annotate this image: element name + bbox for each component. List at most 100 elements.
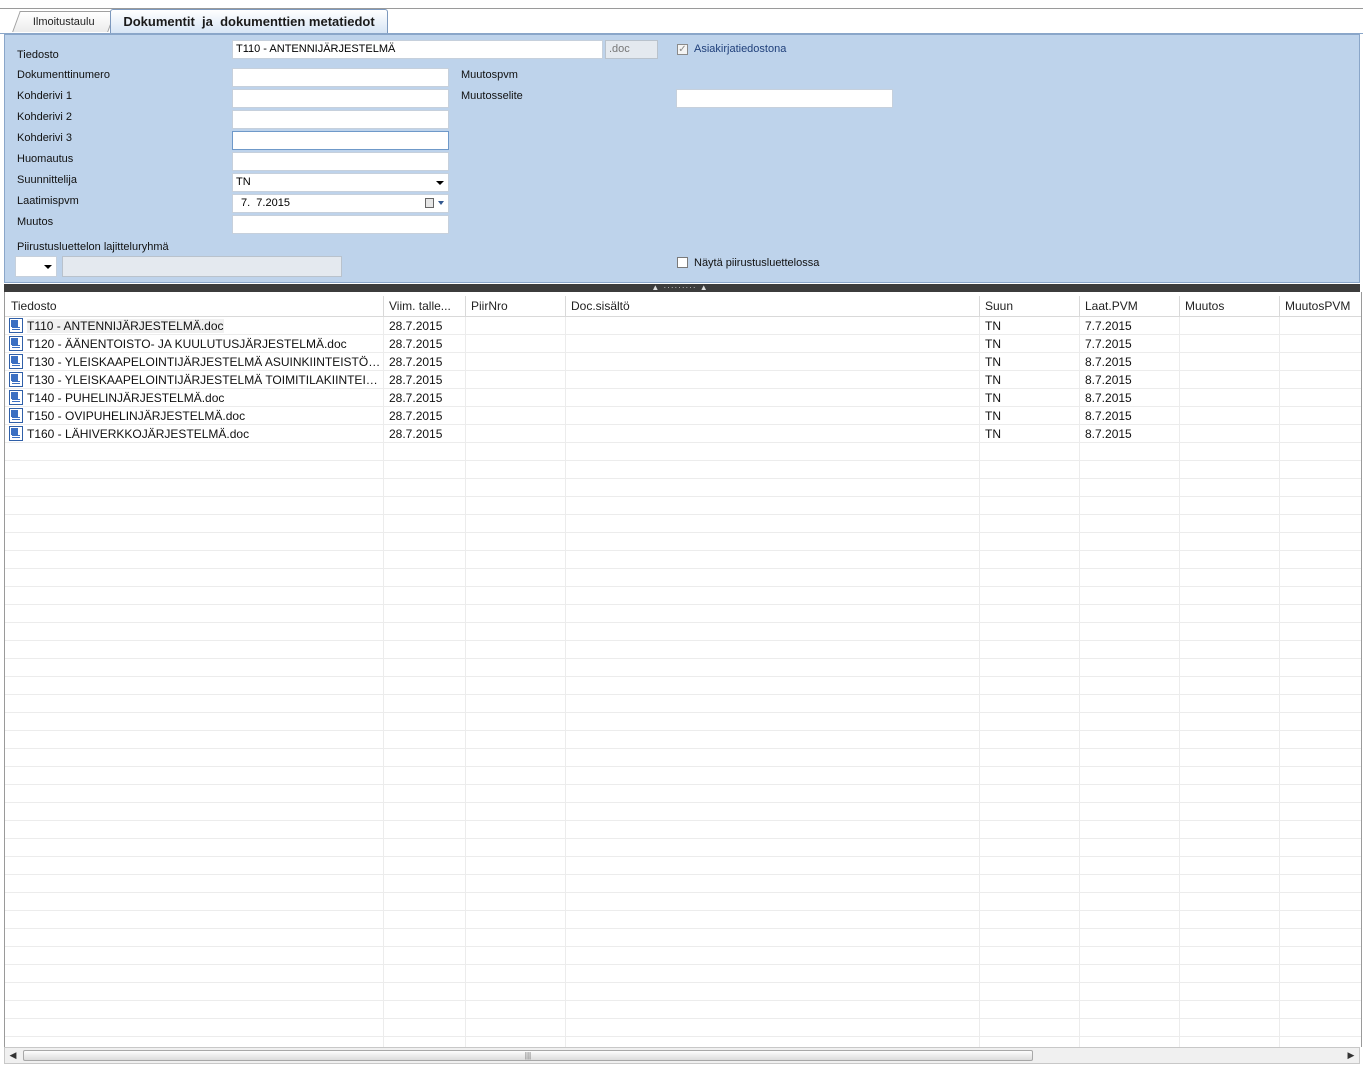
- empty-table-row: [5, 1001, 1361, 1019]
- table-cell[interactable]: [565, 425, 979, 443]
- table-cell[interactable]: 28.7.2015: [383, 425, 465, 443]
- muutos-input[interactable]: [232, 215, 449, 234]
- column-header-doc-sisalto[interactable]: Doc.sisältö: [565, 292, 979, 316]
- table-cell[interactable]: [1179, 371, 1279, 389]
- table-row[interactable]: T130 - YLEISKAAPELOINTIJÄRJESTELMÄ ASUIN…: [5, 353, 1361, 371]
- column-header-suun[interactable]: Suun: [979, 292, 1079, 316]
- table-row[interactable]: T140 - PUHELINJÄRJESTELMÄ.doc 28.7.2015 TN…: [5, 389, 1361, 407]
- table-row[interactable]: T120 - ÄÄNENTOISTO- JA KUULUTUSJÄRJESTEL…: [5, 335, 1361, 353]
- empty-table-row: [5, 893, 1361, 911]
- table-cell[interactable]: [1279, 353, 1361, 371]
- scrollbar-thumb[interactable]: |||: [23, 1050, 1033, 1061]
- table-cell[interactable]: T130 - YLEISKAAPELOINTIJÄRJESTELMÄ TOIMI…: [5, 371, 383, 389]
- table-cell[interactable]: TN: [979, 335, 1079, 353]
- table-cell[interactable]: TN: [979, 371, 1079, 389]
- table-cell[interactable]: 8.7.2015: [1079, 353, 1179, 371]
- column-header-muutos[interactable]: Muutos: [1179, 292, 1279, 316]
- table-cell[interactable]: [1279, 335, 1361, 353]
- table-cell[interactable]: [465, 371, 565, 389]
- table-cell[interactable]: [465, 353, 565, 371]
- scroll-right-icon[interactable]: ▶: [1343, 1048, 1359, 1063]
- table-cell[interactable]: T140 - PUHELINJÄRJESTELMÄ.doc: [5, 389, 383, 407]
- splitter-grip-icon[interactable]: ▲ ········· ▲: [640, 284, 720, 292]
- table-cell[interactable]: [1179, 407, 1279, 425]
- table-cell[interactable]: 28.7.2015: [383, 407, 465, 425]
- table-cell[interactable]: [1279, 425, 1361, 443]
- tab-dokumentit-label: Dokumentit ja dokumenttien metatiedot: [123, 14, 375, 29]
- table-cell[interactable]: TN: [979, 389, 1079, 407]
- tiedosto-input[interactable]: T110 - ANTENNIJÄRJESTELMÄ: [232, 40, 603, 59]
- table-row[interactable]: T130 - YLEISKAAPELOINTIJÄRJESTELMÄ TOIMI…: [5, 371, 1361, 389]
- table-cell[interactable]: [1179, 389, 1279, 407]
- table-cell[interactable]: T130 - YLEISKAAPELOINTIJÄRJESTELMÄ ASUIN…: [5, 353, 383, 371]
- chevron-down-icon[interactable]: [438, 201, 444, 205]
- column-header-laat-pvm[interactable]: Laat.PVM: [1079, 292, 1179, 316]
- table-cell[interactable]: TN: [979, 317, 1079, 335]
- calendar-icon[interactable]: [425, 198, 434, 208]
- table-cell[interactable]: [1279, 389, 1361, 407]
- table-cell[interactable]: [565, 407, 979, 425]
- table-cell[interactable]: 7.7.2015: [1079, 317, 1179, 335]
- table-cell[interactable]: T110 - ANTENNIJÄRJESTELMÄ.doc: [5, 317, 383, 335]
- kohderivi2-input[interactable]: [232, 110, 449, 129]
- table-cell[interactable]: 28.7.2015: [383, 335, 465, 353]
- table-cell[interactable]: 8.7.2015: [1079, 389, 1179, 407]
- kohderivi1-input[interactable]: [232, 89, 449, 108]
- huomautus-input[interactable]: [232, 152, 449, 171]
- tab-ilmoitustaulu[interactable]: Ilmoitustaulu: [12, 11, 116, 32]
- table-cell[interactable]: [1279, 407, 1361, 425]
- table-cell[interactable]: 8.7.2015: [1079, 425, 1179, 443]
- column-header-piirnro[interactable]: PiirNro: [465, 292, 565, 316]
- table-cell[interactable]: [1179, 353, 1279, 371]
- table-cell[interactable]: [565, 335, 979, 353]
- table-cell[interactable]: TN: [979, 425, 1079, 443]
- table-cell[interactable]: 7.7.2015: [1079, 335, 1179, 353]
- table-cell[interactable]: [465, 335, 565, 353]
- table-cell[interactable]: 28.7.2015: [383, 389, 465, 407]
- asiakirja-checkbox[interactable]: ✓: [677, 44, 688, 55]
- tab-dokumentit[interactable]: Dokumentit ja dokumenttien metatiedot: [110, 9, 388, 33]
- table-cell[interactable]: [1279, 317, 1361, 335]
- table-cell[interactable]: [465, 407, 565, 425]
- dokumenttinumero-input[interactable]: [232, 68, 449, 87]
- table-cell[interactable]: 8.7.2015: [1079, 371, 1179, 389]
- panel-splitter[interactable]: ▲ ········· ▲: [4, 284, 1360, 292]
- kohderivi3-input[interactable]: [232, 131, 449, 150]
- table-cell[interactable]: [1179, 317, 1279, 335]
- laatimispvm-datepicker[interactable]: 7. 7.2015: [232, 194, 449, 213]
- table-row[interactable]: T150 - OVIPUHELINJÄRJESTELMÄ.doc 28.7.201…: [5, 407, 1361, 425]
- table-cell[interactable]: [465, 389, 565, 407]
- table-cell[interactable]: [565, 353, 979, 371]
- column-header-viim-tallennus[interactable]: Viim. talle...: [383, 292, 465, 316]
- table-cell[interactable]: [565, 371, 979, 389]
- scroll-left-icon[interactable]: ◀: [5, 1048, 21, 1063]
- table-cell[interactable]: 8.7.2015: [1079, 407, 1179, 425]
- table-cell[interactable]: [1179, 335, 1279, 353]
- suunnittelija-select[interactable]: TN: [232, 173, 449, 192]
- table-row[interactable]: T110 - ANTENNIJÄRJESTELMÄ.doc 28.7.2015 TN…: [5, 317, 1361, 335]
- table-cell[interactable]: T150 - OVIPUHELINJÄRJESTELMÄ.doc: [5, 407, 383, 425]
- table-cell[interactable]: T120 - ÄÄNENTOISTO- JA KUULUTUSJÄRJESTEL…: [5, 335, 383, 353]
- table-cell[interactable]: [565, 317, 979, 335]
- table-row[interactable]: T160 - LÄHIVERKKOJÄRJESTELMÄ.doc 28.7.201…: [5, 425, 1361, 443]
- column-header-tiedosto[interactable]: Tiedosto: [5, 292, 383, 316]
- table-cell[interactable]: TN: [979, 353, 1079, 371]
- empty-table-row: [5, 551, 1361, 569]
- table-cell[interactable]: [1179, 425, 1279, 443]
- table-cell[interactable]: 28.7.2015: [383, 317, 465, 335]
- table-cell[interactable]: [565, 389, 979, 407]
- table-cell[interactable]: 28.7.2015: [383, 371, 465, 389]
- tiedosto-label: Tiedosto: [17, 49, 59, 61]
- lajitteluryhma-select[interactable]: [15, 256, 57, 277]
- nayta-checkbox[interactable]: [677, 257, 688, 268]
- horizontal-scrollbar[interactable]: ◀ ||| ▶: [4, 1047, 1360, 1064]
- table-cell[interactable]: [1279, 371, 1361, 389]
- table-cell[interactable]: [465, 317, 565, 335]
- table-cell[interactable]: TN: [979, 407, 1079, 425]
- table-cell[interactable]: [465, 425, 565, 443]
- empty-table-row: [5, 983, 1361, 1001]
- column-header-muutospvm[interactable]: MuutosPVM: [1279, 292, 1361, 316]
- muutosselite-input[interactable]: [676, 89, 893, 108]
- table-cell[interactable]: 28.7.2015: [383, 353, 465, 371]
- table-cell[interactable]: T160 - LÄHIVERKKOJÄRJESTELMÄ.doc: [5, 425, 383, 443]
